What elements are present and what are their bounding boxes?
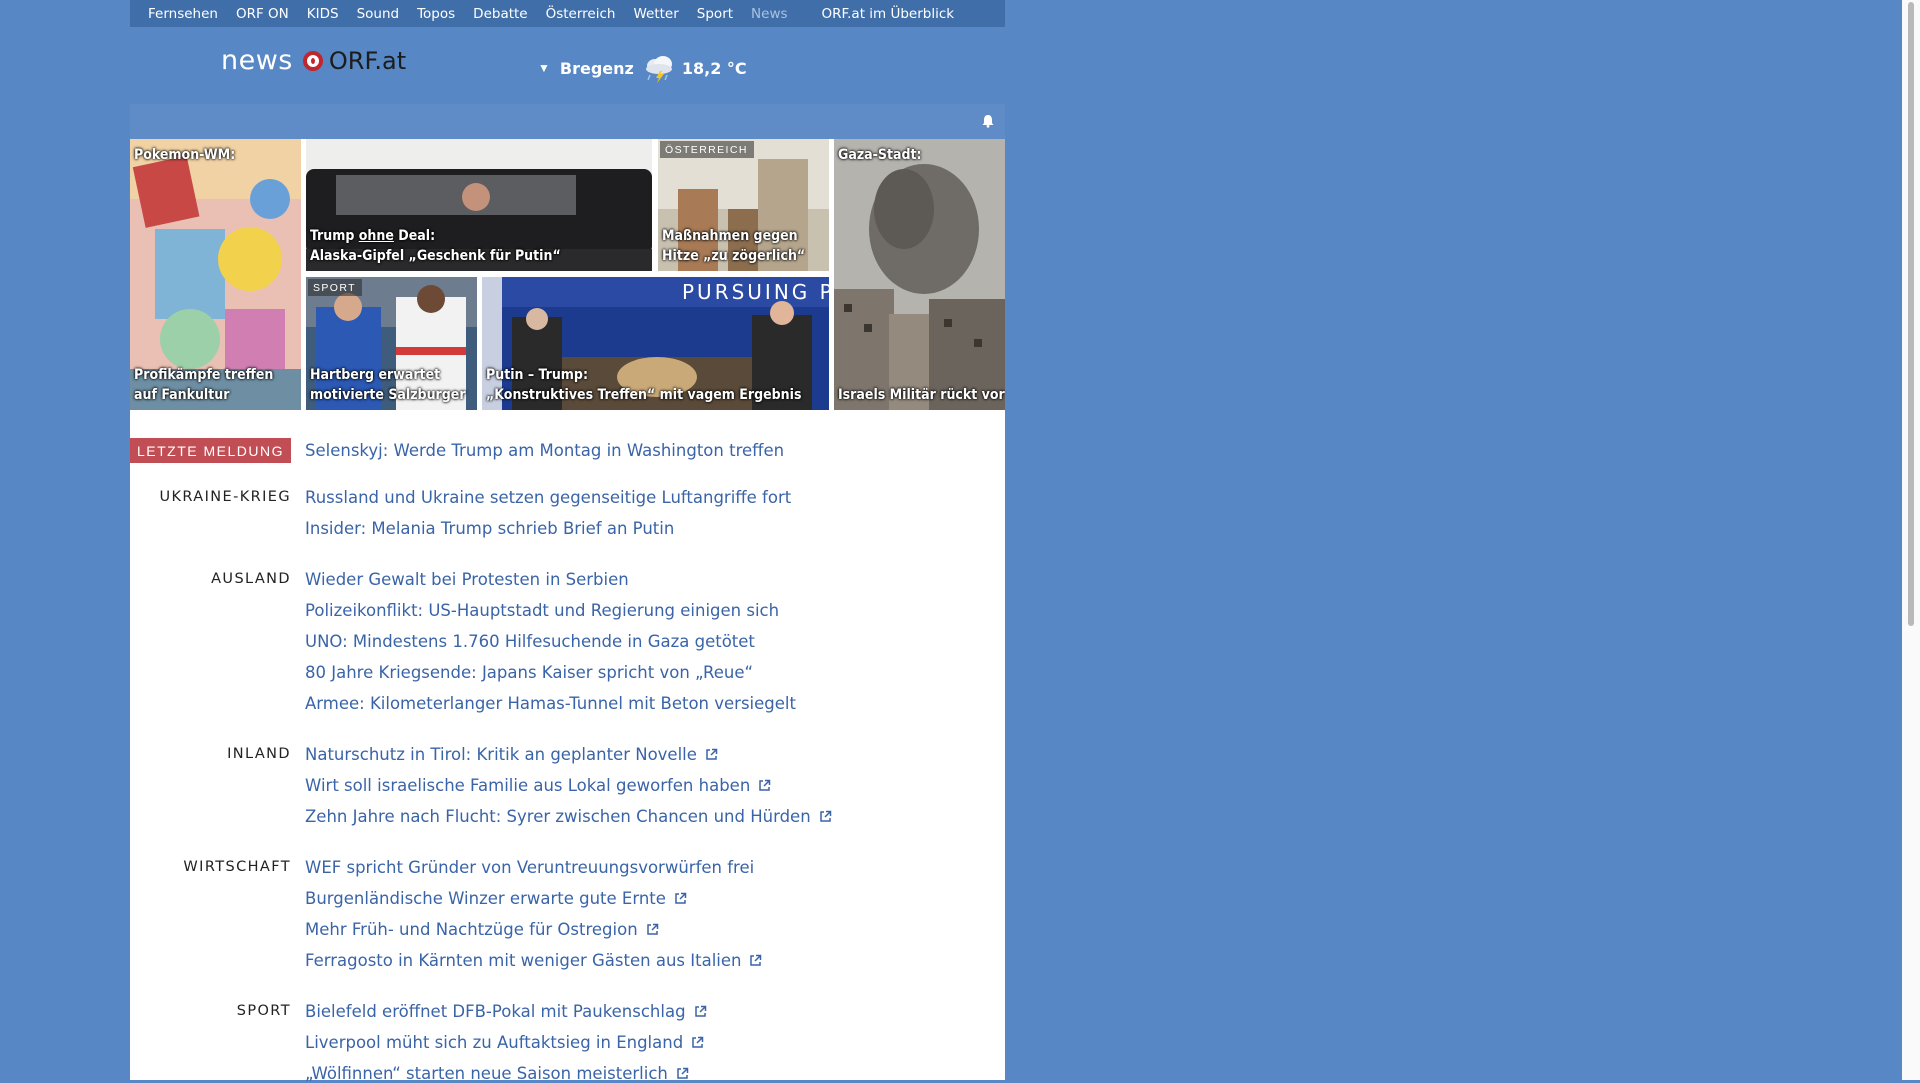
external-link-icon <box>694 1005 706 1017</box>
rain-cloud-lightning-icon <box>645 56 672 83</box>
news-link[interactable]: Bielefeld eröffnet DFB-Pokal mit Paukens… <box>305 1002 707 1021</box>
news-link[interactable]: 80 Jahre Kriegsende: Japans Kaiser spric… <box>305 663 753 682</box>
orf-eye-icon <box>302 50 323 71</box>
news-link[interactable]: Wieder Gewalt bei Protesten in Serbien <box>305 570 629 589</box>
news-link[interactable]: Naturschutz in Tirol: Kritik an geplante… <box>305 745 718 764</box>
news-link[interactable]: Russland und Ukraine setzen gegenseitige… <box>305 488 791 507</box>
nav-news[interactable]: News <box>751 6 787 22</box>
news-link[interactable]: Zehn Jahre nach Flucht: Syrer zwischen C… <box>305 807 832 826</box>
notification-bar <box>130 104 1005 139</box>
news-orf-logo[interactable]: news ORF.at <box>221 45 406 76</box>
nav-wetter[interactable]: Wetter <box>633 6 678 22</box>
gaza-image <box>834 139 1005 410</box>
section-ukraine-krieg: UKRAINE-KRIEG <box>159 489 291 505</box>
weather-temperature: 18,2 °C <box>681 58 747 78</box>
nav-oesterreich[interactable]: Österreich <box>546 6 616 22</box>
news-link[interactable]: Mehr Früh- und Nachtzüge für Ostregion <box>305 920 659 939</box>
teaser-trump-deal-title: Trump ohne Deal: Alaska-Gipfel „Geschenk… <box>310 228 561 264</box>
site-header: news ORF.at ▼ Bregenz 18,2 °C <box>130 27 1005 104</box>
teaser-hitze-tag: ÖSTERREICH <box>660 141 754 158</box>
latest-news-badge: LETZTE MELDUNG <box>130 438 291 463</box>
teaser-gaza[interactable]: Gaza-Stadt: Israels Militär rückt vor <box>834 139 1005 410</box>
logo-orf-text: ORF.at <box>328 46 407 75</box>
external-link-icon <box>646 923 658 935</box>
teaser-trump-deal[interactable]: Trump ohne Deal: Alaska-Gipfel „Geschenk… <box>306 139 652 271</box>
news-link[interactable]: Ferragosto in Kärnten mit weniger Gästen… <box>305 951 762 970</box>
page-scrollbar[interactable] <box>1902 0 1920 1080</box>
external-link-icon <box>692 1036 704 1048</box>
svg-text:PURSUING P: PURSUING P <box>682 280 829 304</box>
news-link[interactable]: Polizeikonflikt: US-Hauptstadt und Regie… <box>305 601 779 620</box>
scrollbar-thumb[interactable] <box>1908 2 1914 626</box>
nav-kids[interactable]: KIDS <box>307 6 339 22</box>
main-content: Pokemon-WM: Profikämpfe treffen auf Fank… <box>130 104 1005 1083</box>
teaser-gaza-caption-bottom: Israels Militär rückt vor <box>838 387 1005 403</box>
external-link-icon <box>819 810 831 822</box>
news-link[interactable]: Liverpool müht sich zu Auftaktsieg in En… <box>305 1033 704 1052</box>
section-sport: SPORT <box>236 1003 291 1019</box>
section-inland: INLAND <box>227 746 291 762</box>
external-link-icon <box>677 1067 689 1079</box>
teaser-hitze[interactable]: ÖSTERREICH Maßnahmen gegen Hitze „zu zög… <box>658 139 829 271</box>
news-link[interactable]: Burgenländische Winzer erwarte gute Ernt… <box>305 889 687 908</box>
nav-debatte[interactable]: Debatte <box>473 6 527 22</box>
weather-city: Bregenz <box>559 58 634 78</box>
teaser-pokemon-caption-top: Pokemon-WM: <box>134 147 236 163</box>
external-link-icon <box>750 954 762 966</box>
nav-fernsehen[interactable]: Fernsehen <box>148 6 218 22</box>
nav-orf-on[interactable]: ORF ON <box>236 6 289 22</box>
teaser-hartberg-tag: SPORT <box>308 279 362 296</box>
bell-icon[interactable] <box>981 114 995 128</box>
teaser-hartberg-title: Hartberg erwartet motivierte Salzburger <box>310 367 466 403</box>
news-link[interactable]: „Wölfinnen“ starten neue Saison meisterl… <box>305 1064 689 1083</box>
teaser-pokemon[interactable]: Pokemon-WM: Profikämpfe treffen auf Fank… <box>130 139 301 410</box>
teaser-gaza-caption-top: Gaza-Stadt: <box>838 147 922 163</box>
external-link-icon <box>706 748 718 760</box>
news-link[interactable]: Armee: Kilometerlanger Hamas-Tunnel mit … <box>305 694 796 713</box>
teaser-putin-trump-title: Putin – Trump: „Konstruktives Treffen“ m… <box>486 367 802 403</box>
weather-widget[interactable]: ▼ Bregenz 18,2 °C <box>538 53 747 83</box>
triangle-down-icon[interactable]: ▼ <box>538 61 550 75</box>
nav-sound[interactable]: Sound <box>357 6 400 22</box>
nav-orf-overview[interactable]: ORF.at im Überblick <box>822 6 955 22</box>
news-link[interactable]: Wirt soll israelische Familie aus Lokal … <box>305 776 771 795</box>
teaser-pokemon-caption-bottom: Profikämpfe treffen auf Fankultur <box>134 367 274 403</box>
teaser-hartberg[interactable]: SPORT Hartberg erwartet motivierte Salzb… <box>306 277 477 410</box>
teaser-putin-trump[interactable]: PURSUING P Putin – Trump: „Konstruktives… <box>482 277 829 410</box>
section-wirtschaft: WIRTSCHAFT <box>183 859 291 875</box>
nav-topos[interactable]: Topos <box>417 6 455 22</box>
news-link[interactable]: UNO: Mindestens 1.760 Hilfesuchende in G… <box>305 632 755 651</box>
logo-news-text: news <box>221 45 293 76</box>
news-link[interactable]: Insider: Melania Trump schrieb Brief an … <box>305 519 674 538</box>
nav-sport[interactable]: Sport <box>697 6 733 22</box>
section-ausland: AUSLAND <box>211 571 291 587</box>
external-link-icon <box>675 892 687 904</box>
news-link[interactable]: WEF spricht Gründer von Veruntreuungsvor… <box>305 858 754 877</box>
teaser-hitze-title: Maßnahmen gegen Hitze „zu zögerlich“ <box>662 228 806 264</box>
external-link-icon <box>759 779 771 791</box>
top-navigation: Fernsehen ORF ON KIDS Sound Topos Debatt… <box>130 0 1005 27</box>
latest-news-link[interactable]: Selenskyj: Werde Trump am Montag in Wash… <box>305 438 784 463</box>
